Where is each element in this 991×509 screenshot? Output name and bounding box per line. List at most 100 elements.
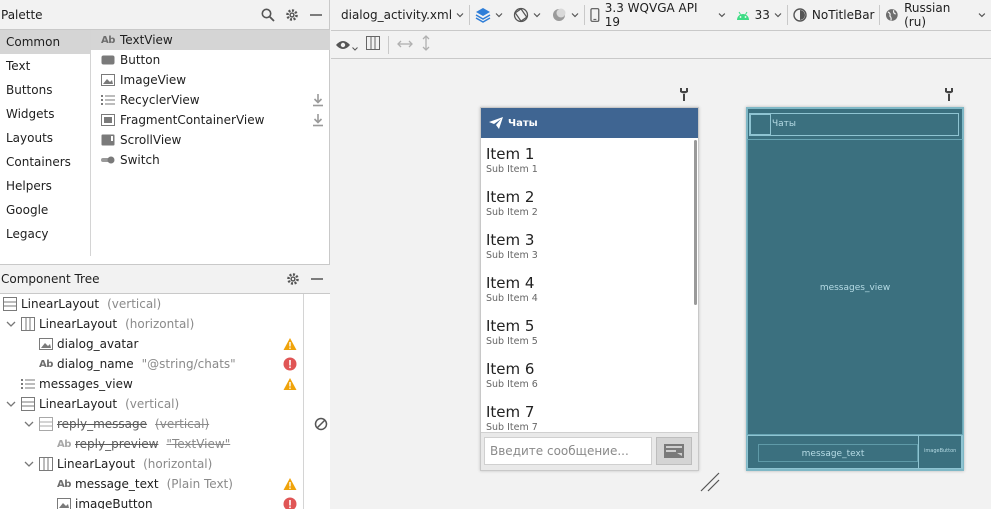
search-icon[interactable] bbox=[261, 8, 275, 22]
download-icon[interactable] bbox=[312, 113, 324, 127]
orientation-button[interactable] bbox=[508, 0, 546, 31]
category-buttons[interactable]: Buttons bbox=[0, 78, 90, 102]
api-selector[interactable]: 33 bbox=[731, 0, 787, 31]
tree-node[interactable]: imageButton bbox=[0, 494, 330, 509]
tree-node-name: dialog_avatar bbox=[57, 337, 139, 351]
widget-switch[interactable]: Switch bbox=[91, 150, 330, 170]
blueprint-avatar-box[interactable] bbox=[750, 114, 771, 135]
blueprint-view[interactable]: Чаты messages_view message_text imageBut… bbox=[746, 107, 964, 471]
list-item[interactable]: Item 4 Sub Item 4 bbox=[481, 267, 698, 310]
palette-body: Common Text Buttons Widgets Layouts Cont… bbox=[0, 30, 330, 256]
tree-node[interactable]: Ab reply_preview "TextView" bbox=[0, 434, 330, 454]
category-layouts[interactable]: Layouts bbox=[0, 126, 90, 150]
hidden-visibility-icon[interactable] bbox=[314, 417, 328, 431]
gear-icon[interactable] bbox=[285, 8, 299, 22]
toggle-blueprint-button[interactable] bbox=[366, 36, 380, 53]
tree-node-name: reply_preview bbox=[75, 437, 159, 451]
gear-icon[interactable] bbox=[286, 272, 300, 286]
list-item-title: Item 3 bbox=[486, 231, 535, 249]
list-scrollbar[interactable] bbox=[694, 140, 697, 305]
tree-node[interactable]: reply_message (vertical) bbox=[0, 414, 330, 434]
category-widgets[interactable]: Widgets bbox=[0, 102, 90, 126]
horizontal-arrows-icon bbox=[397, 40, 413, 47]
view-options-button[interactable] bbox=[335, 38, 358, 52]
chevron-down-icon[interactable] bbox=[23, 458, 35, 470]
expand-vertical-button[interactable] bbox=[421, 35, 431, 54]
tree-node-name: LinearLayout bbox=[57, 457, 136, 471]
chevron-down-icon[interactable] bbox=[23, 418, 35, 430]
error-icon[interactable] bbox=[283, 357, 297, 371]
tree-node[interactable]: LinearLayout (horizontal) bbox=[0, 454, 330, 474]
chevron-down-icon[interactable] bbox=[5, 318, 17, 330]
device-selector[interactable]: 3.3 WQVGA API 19 bbox=[585, 0, 731, 31]
eye-icon bbox=[336, 40, 350, 49]
send-image-button[interactable] bbox=[656, 437, 692, 465]
warning-icon[interactable] bbox=[283, 377, 297, 391]
chevron-down-icon bbox=[456, 13, 464, 18]
design-canvas[interactable]: Чаты Item 1 Sub Item 1 Item 2 Sub Item 2… bbox=[331, 59, 991, 509]
design-preview[interactable]: Чаты Item 1 Sub Item 1 Item 2 Sub Item 2… bbox=[480, 107, 699, 471]
blueprint-header-label: Чаты bbox=[772, 119, 797, 129]
component-tree: LinearLayout (vertical) LinearLayout (ho… bbox=[0, 294, 330, 509]
list-item[interactable]: Item 7 Sub Item 7 bbox=[481, 396, 698, 432]
tree-node[interactable]: LinearLayout (vertical) bbox=[0, 394, 330, 414]
file-selector[interactable]: dialog_activity.xml bbox=[331, 0, 469, 31]
list-item[interactable]: Item 1 Sub Item 1 bbox=[481, 138, 698, 181]
component-tree-title: Component Tree bbox=[1, 272, 100, 286]
chevron-down-icon bbox=[533, 13, 541, 18]
warning-icon[interactable] bbox=[283, 337, 297, 351]
list-item[interactable]: Item 2 Sub Item 2 bbox=[481, 181, 698, 224]
textview-icon: Ab bbox=[39, 358, 53, 370]
night-mode-button[interactable] bbox=[546, 0, 584, 31]
android-icon bbox=[736, 11, 749, 20]
widget-textview[interactable]: Ab TextView bbox=[91, 30, 330, 50]
error-icon[interactable] bbox=[283, 497, 297, 509]
list-item-title: Item 4 bbox=[486, 274, 535, 292]
category-text[interactable]: Text bbox=[0, 54, 90, 78]
list-item[interactable]: Item 5 Sub Item 5 bbox=[481, 310, 698, 353]
tree-node[interactable]: Ab dialog_name "@string/chats" bbox=[0, 354, 330, 374]
theme-selector[interactable]: NoTitleBar bbox=[788, 0, 880, 31]
list-item-subtitle: Sub Item 1 bbox=[486, 164, 538, 175]
category-helpers[interactable]: Helpers bbox=[0, 174, 90, 198]
wrench-icon[interactable] bbox=[944, 87, 954, 101]
widget-imageview[interactable]: ImageView bbox=[91, 70, 330, 90]
category-common[interactable]: Common bbox=[0, 30, 90, 54]
widget-button[interactable]: Button bbox=[91, 50, 330, 70]
widget-recyclerview[interactable]: RecyclerView bbox=[91, 90, 330, 110]
file-name: dialog_activity.xml bbox=[341, 8, 453, 22]
chevron-down-icon[interactable] bbox=[5, 398, 17, 410]
widget-scrollview[interactable]: ScrollView bbox=[91, 130, 330, 150]
tree-node[interactable]: Ab message_text (Plain Text) bbox=[0, 474, 330, 494]
expand-horizontal-button[interactable] bbox=[397, 38, 413, 52]
list-item-subtitle: Sub Item 7 bbox=[486, 422, 538, 432]
tree-node[interactable]: LinearLayout (vertical) bbox=[0, 294, 330, 314]
download-icon[interactable] bbox=[312, 93, 324, 107]
category-containers[interactable]: Containers bbox=[0, 150, 90, 174]
message-input[interactable]: Введите сообщение... bbox=[484, 437, 652, 465]
minimize-icon[interactable] bbox=[309, 8, 323, 22]
locale-selector[interactable]: Russian (ru) bbox=[880, 0, 991, 31]
widget-label: ScrollView bbox=[120, 133, 182, 147]
layers-icon bbox=[475, 8, 491, 23]
category-legacy[interactable]: Legacy bbox=[0, 222, 90, 246]
minimize-icon[interactable] bbox=[310, 272, 324, 286]
tree-node-detail: (horizontal) bbox=[143, 457, 213, 471]
list-item[interactable]: Item 6 Sub Item 6 bbox=[481, 353, 698, 396]
tree-node[interactable]: LinearLayout (horizontal) bbox=[0, 314, 330, 334]
list-item-title: Item 2 bbox=[486, 188, 535, 206]
tree-node[interactable]: messages_view bbox=[0, 374, 330, 394]
palette-title: Palette bbox=[1, 7, 43, 22]
list-item[interactable]: Item 3 Sub Item 3 bbox=[481, 224, 698, 267]
tree-node[interactable]: dialog_avatar bbox=[0, 334, 330, 354]
warning-icon[interactable] bbox=[283, 477, 297, 491]
preview-header[interactable]: Чаты bbox=[481, 108, 698, 138]
chevron-down-icon bbox=[718, 13, 726, 18]
resize-handle-icon[interactable] bbox=[699, 471, 721, 493]
widget-fragmentcontainerview[interactable]: FragmentContainerView bbox=[91, 110, 330, 130]
list-item-title: Item 1 bbox=[486, 145, 535, 163]
category-google[interactable]: Google bbox=[0, 198, 90, 222]
design-surface-button[interactable] bbox=[470, 0, 508, 31]
wrench-icon[interactable] bbox=[679, 87, 689, 101]
preview-message-list[interactable]: Item 1 Sub Item 1 Item 2 Sub Item 2 Item… bbox=[481, 138, 698, 432]
